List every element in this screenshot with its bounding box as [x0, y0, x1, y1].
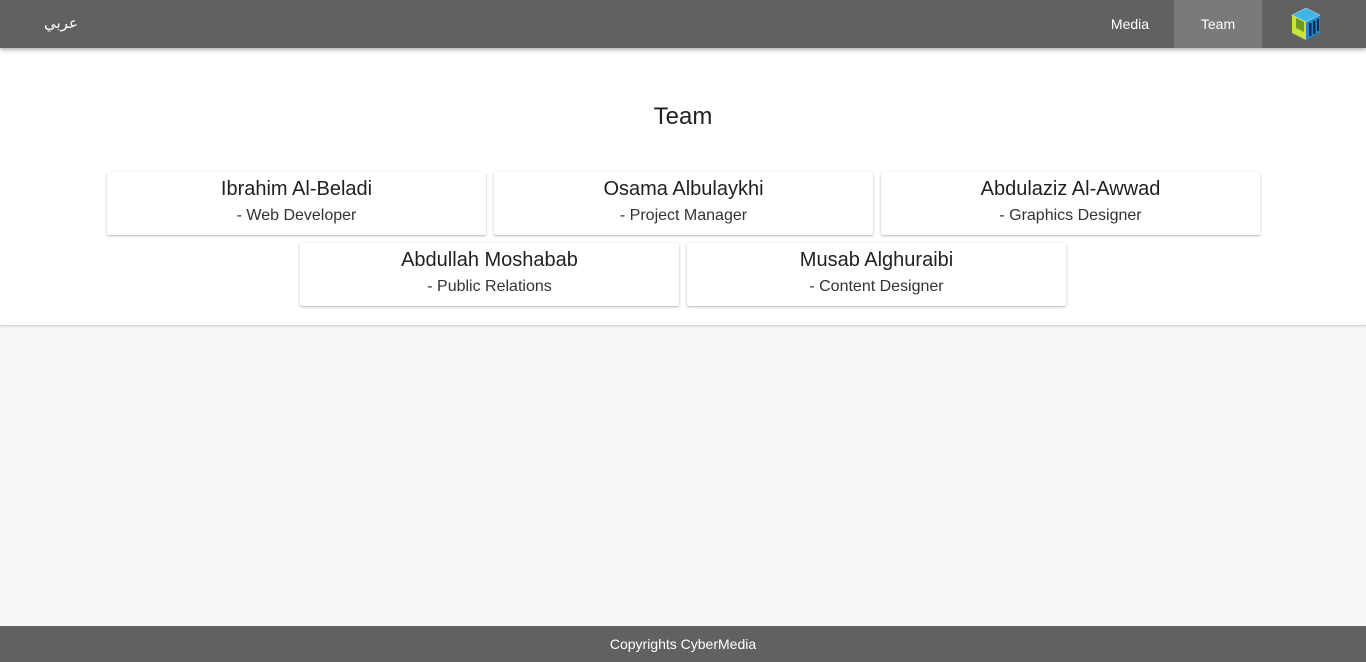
member-role: - Content Designer: [809, 278, 944, 295]
member-role: - Public Relations: [427, 278, 552, 295]
member-name: Abdullah Moshabab: [401, 249, 578, 271]
cybermedia-cube-logo-icon[interactable]: [1288, 6, 1324, 42]
team-member-card: Osama Albulaykhi - Project Manager: [494, 172, 873, 235]
footer: Copyrights CyberMedia: [0, 626, 1366, 662]
team-section: Team Ibrahim Al-Beladi - Web Developer O…: [0, 48, 1366, 326]
member-role: - Graphics Designer: [999, 207, 1142, 224]
copyright-text: Copyrights CyberMedia: [609, 636, 757, 652]
member-role: - Project Manager: [619, 207, 748, 224]
top-navbar: عربي Media Team: [0, 0, 1366, 48]
team-member-card: Ibrahim Al-Beladi - Web Developer: [107, 172, 486, 235]
nav-item-media[interactable]: Media: [1086, 0, 1174, 48]
team-member-card: Abdullah Moshabab - Public Relations: [300, 243, 679, 306]
team-member-card: Musab Alghuraibi - Content Designer: [687, 243, 1066, 306]
member-name: Musab Alghuraibi: [799, 249, 954, 271]
team-member-card: Abdulaziz Al-Awwad - Graphics Designer: [881, 172, 1260, 235]
language-switch-link[interactable]: عربي: [44, 0, 78, 48]
member-name: Osama Albulaykhi: [603, 178, 764, 200]
member-name: Ibrahim Al-Beladi: [220, 178, 373, 200]
member-name: Abdulaziz Al-Awwad: [980, 178, 1161, 200]
member-role: - Web Developer: [236, 207, 357, 224]
nav-item-team[interactable]: Team: [1174, 0, 1262, 48]
page-title: Team: [653, 103, 713, 130]
